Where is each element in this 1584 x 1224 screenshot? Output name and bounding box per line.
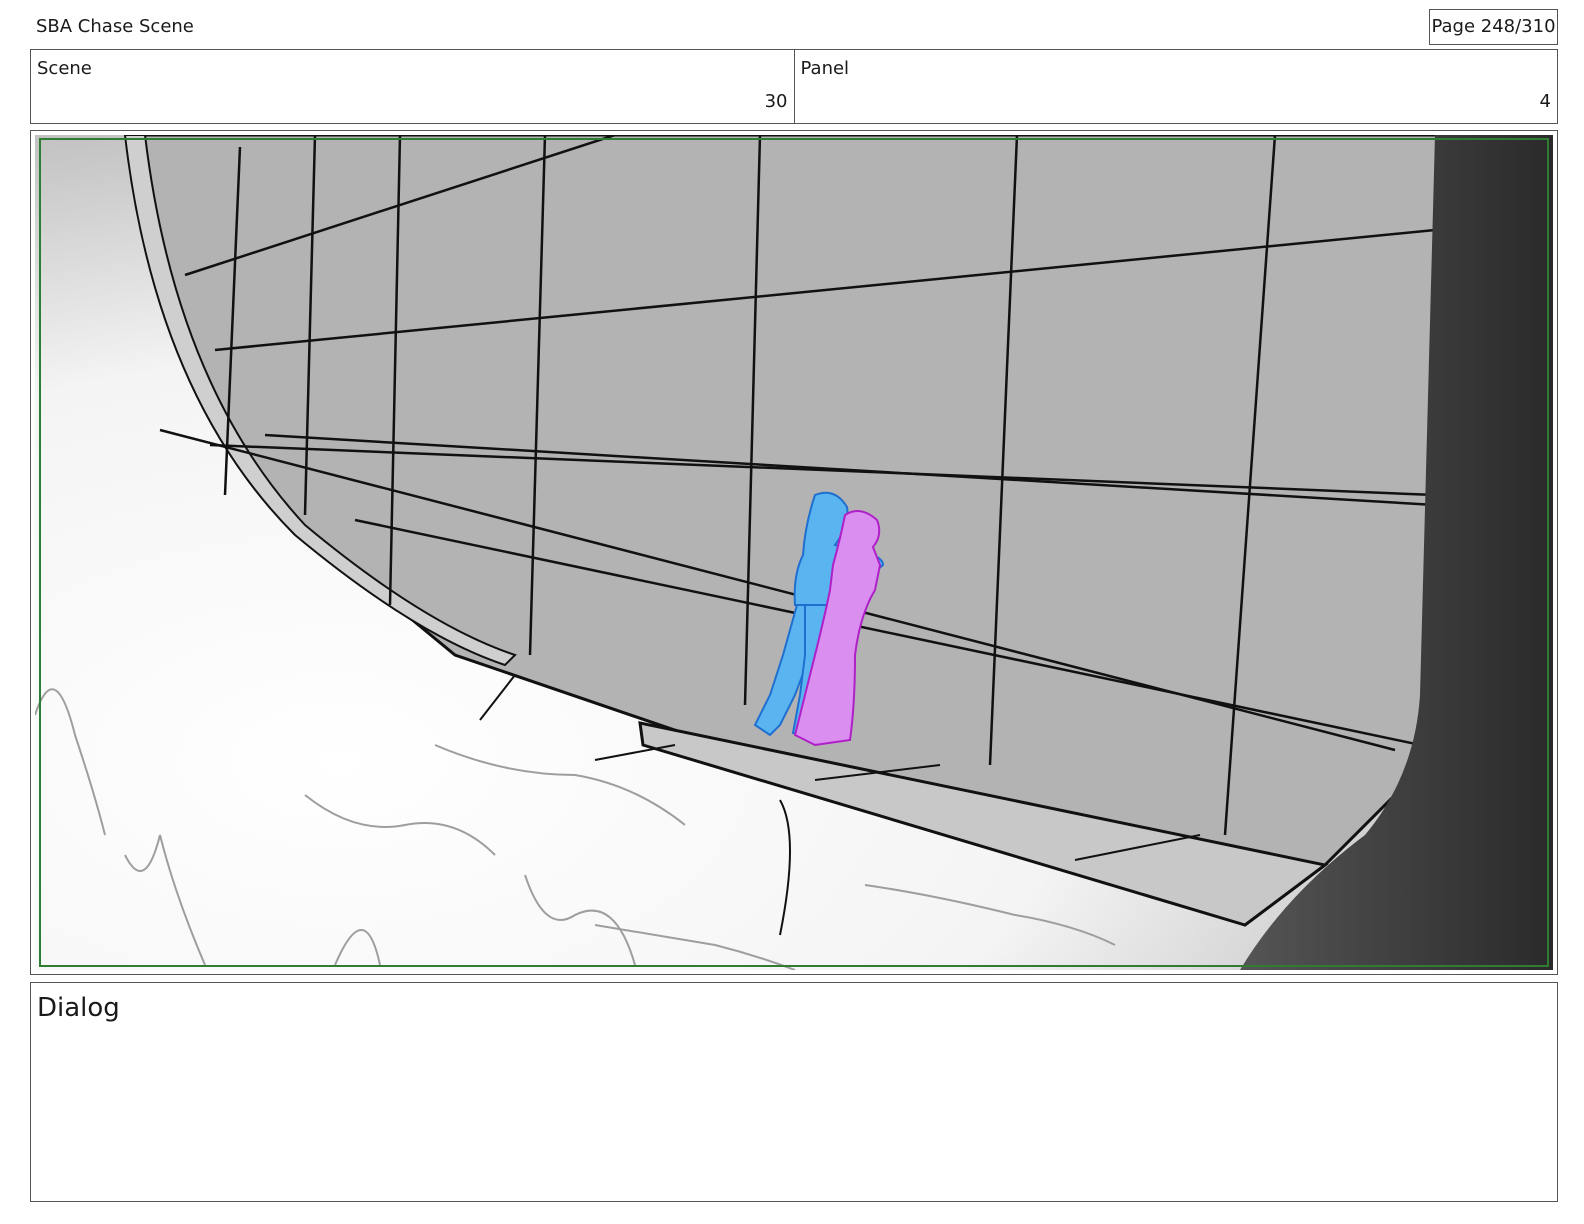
panel-label: Panel [800,58,850,79]
scene-label: Scene [37,58,92,79]
storyboard-sketch [35,135,1553,970]
scene-number: 30 [764,91,788,112]
dialog-box: Dialog [30,982,1558,1202]
dialog-label: Dialog [37,993,120,1023]
document-title: SBA Chase Scene [36,16,194,37]
scene-cell: Scene 30 [31,50,794,123]
panel-number: 4 [1539,91,1551,112]
scene-panel-info-row: Scene 30 Panel 4 [30,49,1558,124]
panel-cell: Panel 4 [793,50,1558,123]
page-number-box: Page 248/310 [1429,9,1558,45]
storyboard-panel-frame [30,130,1558,975]
